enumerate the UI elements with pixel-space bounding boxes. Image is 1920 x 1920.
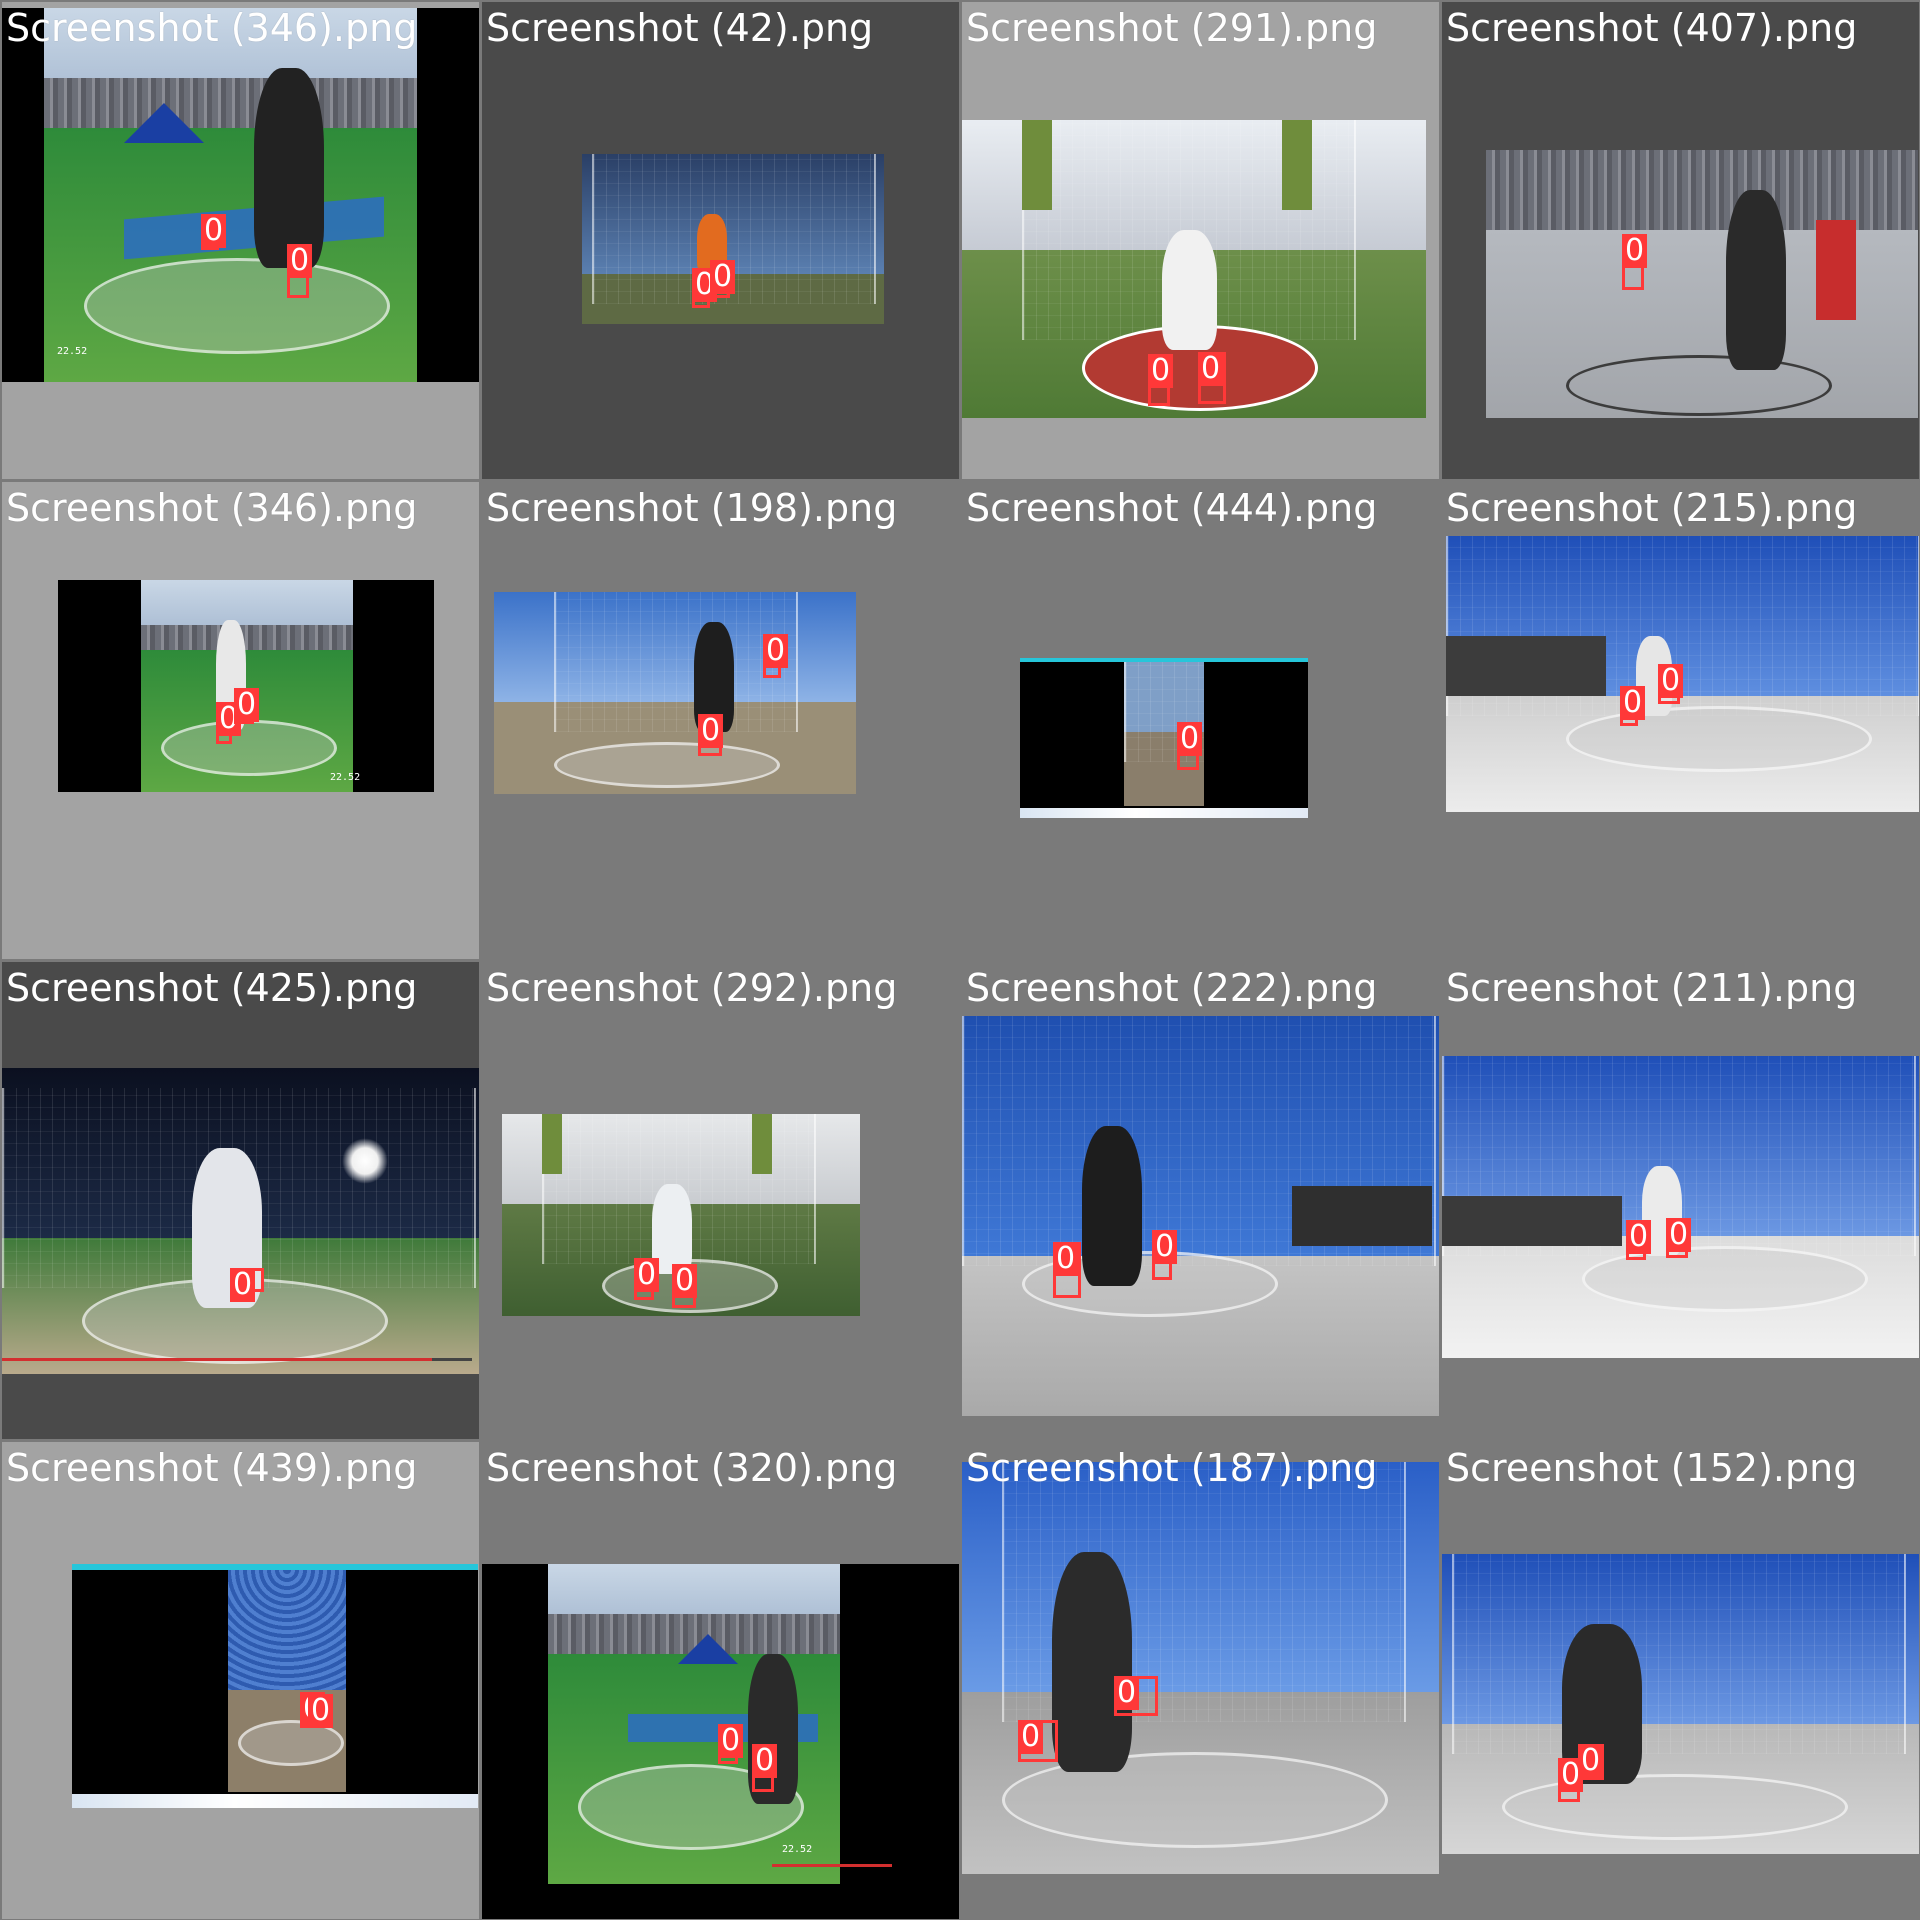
tile-filename: Screenshot (439).png	[6, 1446, 418, 1490]
tile-5[interactable]: 22.52 0 0 Screenshot (346).png	[2, 482, 479, 959]
detection-box: 0	[1620, 686, 1646, 726]
tile-filename: Screenshot (222).png	[966, 966, 1378, 1010]
tile-15[interactable]: 0 0 Screenshot (187).png	[962, 1442, 1439, 1919]
tile-photo: 22.52	[2, 8, 479, 382]
tile-filename: Screenshot (320).png	[486, 1446, 898, 1490]
detection-box: 0	[710, 260, 736, 298]
tile-1[interactable]: 22.52 0 0 Screenshot (346).png	[2, 2, 479, 479]
detection-box: 0	[234, 688, 260, 724]
tile-photo	[1486, 150, 1918, 418]
tile-2[interactable]: 0 0 Screenshot (42).png	[482, 2, 959, 479]
tile-filename: Screenshot (346).png	[6, 486, 418, 530]
tile-filename: Screenshot (444).png	[966, 486, 1378, 530]
detection-box: 0	[1622, 234, 1648, 290]
tile-photo	[1020, 658, 1308, 818]
detection-box: 0	[1053, 1242, 1081, 1298]
detection-box: 0	[1578, 1744, 1604, 1780]
detection-box: 0	[763, 634, 789, 678]
detection-box: 0	[1152, 1230, 1178, 1280]
hud-score: 22.52	[57, 346, 88, 357]
tile-11[interactable]: 0 0 Screenshot (222).png	[962, 962, 1439, 1439]
tile-photo	[962, 120, 1426, 418]
detection-box: 0	[634, 1258, 660, 1300]
detection-box: 0	[308, 1694, 334, 1728]
detection-box: 0	[1626, 1220, 1652, 1260]
detection-box: 0	[672, 1264, 698, 1308]
detection-box: 0	[201, 214, 227, 250]
tile-photo	[962, 1016, 1439, 1416]
detection-box: 0	[1198, 352, 1226, 404]
tile-3[interactable]: 0 0 Screenshot (291).png	[962, 2, 1439, 479]
tile-6[interactable]: 0 0 Screenshot (198).png	[482, 482, 959, 959]
tile-filename: Screenshot (211).png	[1446, 966, 1858, 1010]
tile-8[interactable]: 0 0 Screenshot (215).png	[1442, 482, 1919, 959]
detection-box: 0	[718, 1724, 744, 1764]
detection-box: 0	[230, 1268, 264, 1302]
tile-photo: 22.52	[58, 580, 434, 792]
tile-filename: Screenshot (198).png	[486, 486, 898, 530]
detection-box: 0	[1666, 1218, 1692, 1258]
detection-box: 0	[1658, 664, 1684, 704]
tile-photo	[962, 1462, 1439, 1874]
tile-13[interactable]: 0 0 Screenshot (439).png	[2, 1442, 479, 1919]
tile-7[interactable]: 0 Screenshot (444).png	[962, 482, 1439, 959]
detection-box: 0	[1114, 1676, 1158, 1716]
tile-14[interactable]: 22.52 0 0 Screenshot (320).png	[482, 1442, 959, 1919]
tile-photo	[2, 1068, 479, 1374]
tile-photo	[1442, 1554, 1919, 1854]
tile-12[interactable]: 0 0 Screenshot (211).png	[1442, 962, 1919, 1439]
tile-photo	[494, 592, 856, 794]
detection-box: 0	[752, 1744, 778, 1792]
detection-box: 0	[698, 714, 724, 756]
detection-box: 0	[1148, 354, 1174, 406]
tile-filename: Screenshot (292).png	[486, 966, 898, 1010]
detection-box: 0	[1177, 722, 1203, 770]
detection-mosaic: 22.52 0 0 Screenshot (346).png 0 0 Scree…	[0, 0, 1920, 1920]
tile-10[interactable]: 0 0 Screenshot (292).png	[482, 962, 959, 1439]
tile-filename: Screenshot (42).png	[486, 6, 874, 50]
tile-16[interactable]: 0 0 Screenshot (152).png	[1442, 1442, 1919, 1919]
tile-filename: Screenshot (346).png	[6, 6, 418, 50]
tile-photo	[72, 1564, 478, 1808]
hud-score: 22.52	[782, 1844, 813, 1855]
tile-photo	[582, 154, 884, 324]
hud-score: 22.52	[330, 772, 361, 783]
tile-filename: Screenshot (215).png	[1446, 486, 1858, 530]
detection-box: 0	[1018, 1720, 1058, 1762]
tile-filename: Screenshot (425).png	[6, 966, 418, 1010]
tile-filename: Screenshot (152).png	[1446, 1446, 1858, 1490]
tile-photo	[1442, 1056, 1919, 1358]
tile-filename: Screenshot (407).png	[1446, 6, 1858, 50]
tile-4[interactable]: 0 Screenshot (407).png	[1442, 2, 1919, 479]
detection-box: 0	[216, 702, 242, 744]
tile-filename: Screenshot (291).png	[966, 6, 1378, 50]
tile-filename: Screenshot (187).png	[966, 1446, 1378, 1490]
detection-box: 0	[1558, 1758, 1584, 1802]
detection-box: 0	[287, 244, 313, 298]
detection-box: 0	[692, 268, 718, 308]
tile-9[interactable]: 0 Screenshot (425).png	[2, 962, 479, 1439]
